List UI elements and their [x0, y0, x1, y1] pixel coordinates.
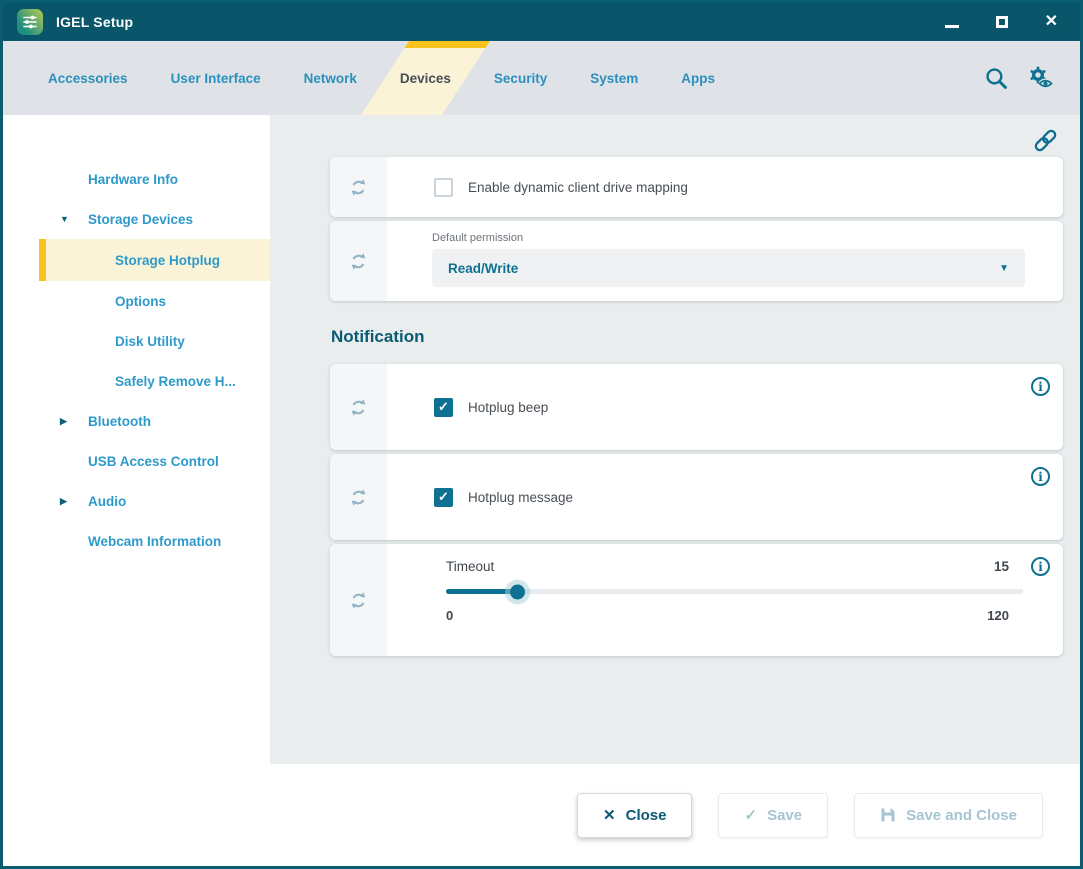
checkbox-unchecked[interactable]	[434, 178, 453, 197]
chevron-down-icon: ▼	[999, 263, 1009, 274]
sidebar-item-options[interactable]: Options	[3, 281, 270, 321]
sidebar-item-safely-remove-hardware[interactable]: Safely Remove H...	[3, 361, 270, 401]
setting-body: ✓ Hotplug beep i	[388, 364, 1063, 450]
reset-icon	[348, 177, 369, 198]
check-icon: ✓	[438, 489, 449, 505]
igel-app-icon	[17, 9, 43, 35]
hotplug-message-checkbox[interactable]: ✓ Hotplug message	[388, 454, 1063, 540]
timeout-label: Timeout	[446, 559, 494, 574]
reset-icon	[348, 590, 369, 611]
tree-collapsed-icon[interactable]: ▶	[60, 416, 67, 427]
settings-panel: Enable dynamic client drive mapping	[270, 115, 1080, 764]
settings-visibility-button[interactable]	[1027, 65, 1054, 91]
setting-body: Default permission Read/Write ▼	[388, 221, 1063, 301]
selected-value: Read/Write	[448, 261, 518, 276]
tab-devices[interactable]: Devices	[385, 41, 466, 115]
tab-bar: Accessories User Interface Network Devic…	[3, 41, 1080, 115]
setting-row-timeout: Timeout 15 0 120 i	[330, 544, 1063, 656]
sidebar-item-bluetooth[interactable]: ▶ Bluetooth	[3, 401, 270, 441]
minimize-button[interactable]	[945, 13, 959, 31]
setting-body: ✓ Hotplug message i	[388, 454, 1063, 540]
close-icon: ✕	[1045, 14, 1058, 30]
dynamic-mapping-checkbox[interactable]: Enable dynamic client drive mapping	[388, 157, 1063, 217]
main-area: Hardware Info ▼ Storage Devices Storage …	[3, 115, 1080, 764]
close-button[interactable]: ✕ Close	[577, 793, 692, 838]
tree-expanded-icon[interactable]: ▼	[60, 214, 69, 224]
setting-row-hotplug-message: ✓ Hotplug message i	[330, 454, 1063, 540]
sidebar-item-webcam-information[interactable]: Webcam Information	[3, 521, 270, 561]
checkbox-checked[interactable]: ✓	[434, 488, 453, 507]
info-icon[interactable]: i	[1031, 557, 1050, 576]
link-icon[interactable]	[1032, 127, 1059, 154]
timeout-slider[interactable]	[446, 589, 1023, 594]
info-icon[interactable]: i	[1031, 377, 1050, 396]
window-title: IGEL Setup	[56, 14, 133, 30]
reset-parameter-button[interactable]	[330, 157, 388, 217]
sliders-icon	[21, 13, 39, 31]
tree-collapsed-icon[interactable]: ▶	[60, 496, 67, 507]
reset-parameter-button[interactable]	[330, 454, 388, 540]
tab-system[interactable]: System	[575, 41, 653, 115]
save-button[interactable]: ✓ Save	[718, 793, 828, 838]
tab-network[interactable]: Network	[289, 41, 372, 115]
tab-security[interactable]: Security	[479, 41, 562, 115]
reset-parameter-button[interactable]	[330, 364, 388, 450]
footer-button-bar: ✕ Close ✓ Save Save and Close	[3, 764, 1080, 866]
setting-row-dynamic-mapping: Enable dynamic client drive mapping	[330, 157, 1063, 217]
reset-parameter-button[interactable]	[330, 544, 388, 656]
checkbox-checked[interactable]: ✓	[434, 398, 453, 417]
minimize-icon	[945, 25, 959, 28]
sidebar-item-storage-hotplug[interactable]: Storage Hotplug	[39, 239, 270, 281]
sidebar: Hardware Info ▼ Storage Devices Storage …	[3, 115, 270, 764]
hotplug-beep-checkbox[interactable]: ✓ Hotplug beep	[388, 364, 1063, 450]
search-button[interactable]	[984, 66, 1009, 91]
setting-row-hotplug-beep: ✓ Hotplug beep i	[330, 364, 1063, 450]
reset-parameter-button[interactable]	[330, 221, 388, 301]
default-permission-label: Default permission	[432, 232, 1025, 244]
setting-body: Enable dynamic client drive mapping	[388, 157, 1063, 217]
default-permission-select[interactable]: Read/Write ▼	[432, 249, 1025, 287]
check-icon: ✓	[438, 399, 449, 415]
setting-row-default-permission: Default permission Read/Write ▼	[330, 221, 1063, 301]
save-and-close-button[interactable]: Save and Close	[854, 793, 1043, 838]
notification-section-title: Notification	[331, 327, 1063, 347]
sidebar-item-usb-access-control[interactable]: USB Access Control	[3, 441, 270, 481]
reset-icon	[348, 397, 369, 418]
timeout-max: 120	[987, 608, 1009, 623]
timeout-value: 15	[994, 559, 1009, 574]
close-x-icon: ✕	[603, 806, 616, 824]
maximize-icon	[996, 16, 1008, 28]
tab-accessories[interactable]: Accessories	[33, 41, 143, 115]
gear-eye-icon	[1027, 65, 1054, 91]
slider-fill	[446, 589, 518, 594]
timeout-min: 0	[446, 608, 453, 623]
tab-user-interface[interactable]: User Interface	[156, 41, 276, 115]
info-icon[interactable]: i	[1031, 467, 1050, 486]
igel-setup-window: IGEL Setup ✕ Accessories User Interface …	[0, 0, 1083, 869]
setting-body: Timeout 15 0 120 i	[388, 544, 1063, 656]
sidebar-item-disk-utility[interactable]: Disk Utility	[3, 321, 270, 361]
window-controls: ✕	[945, 13, 1058, 31]
sidebar-item-audio[interactable]: ▶ Audio	[3, 481, 270, 521]
link-row	[330, 123, 1063, 157]
reset-icon	[348, 251, 369, 272]
titlebar: IGEL Setup ✕	[3, 3, 1080, 41]
tab-apps[interactable]: Apps	[666, 41, 730, 115]
reset-icon	[348, 487, 369, 508]
sidebar-item-hardware-info[interactable]: Hardware Info	[3, 159, 270, 199]
check-icon: ✓	[744, 806, 757, 824]
tabbar-tools	[984, 41, 1054, 115]
close-window-button[interactable]: ✕	[1045, 13, 1058, 31]
save-floppy-icon	[880, 807, 896, 823]
search-icon	[984, 66, 1009, 91]
sidebar-item-storage-devices[interactable]: ▼ Storage Devices	[3, 199, 270, 239]
maximize-button[interactable]	[996, 13, 1008, 31]
slider-thumb[interactable]	[510, 584, 525, 599]
